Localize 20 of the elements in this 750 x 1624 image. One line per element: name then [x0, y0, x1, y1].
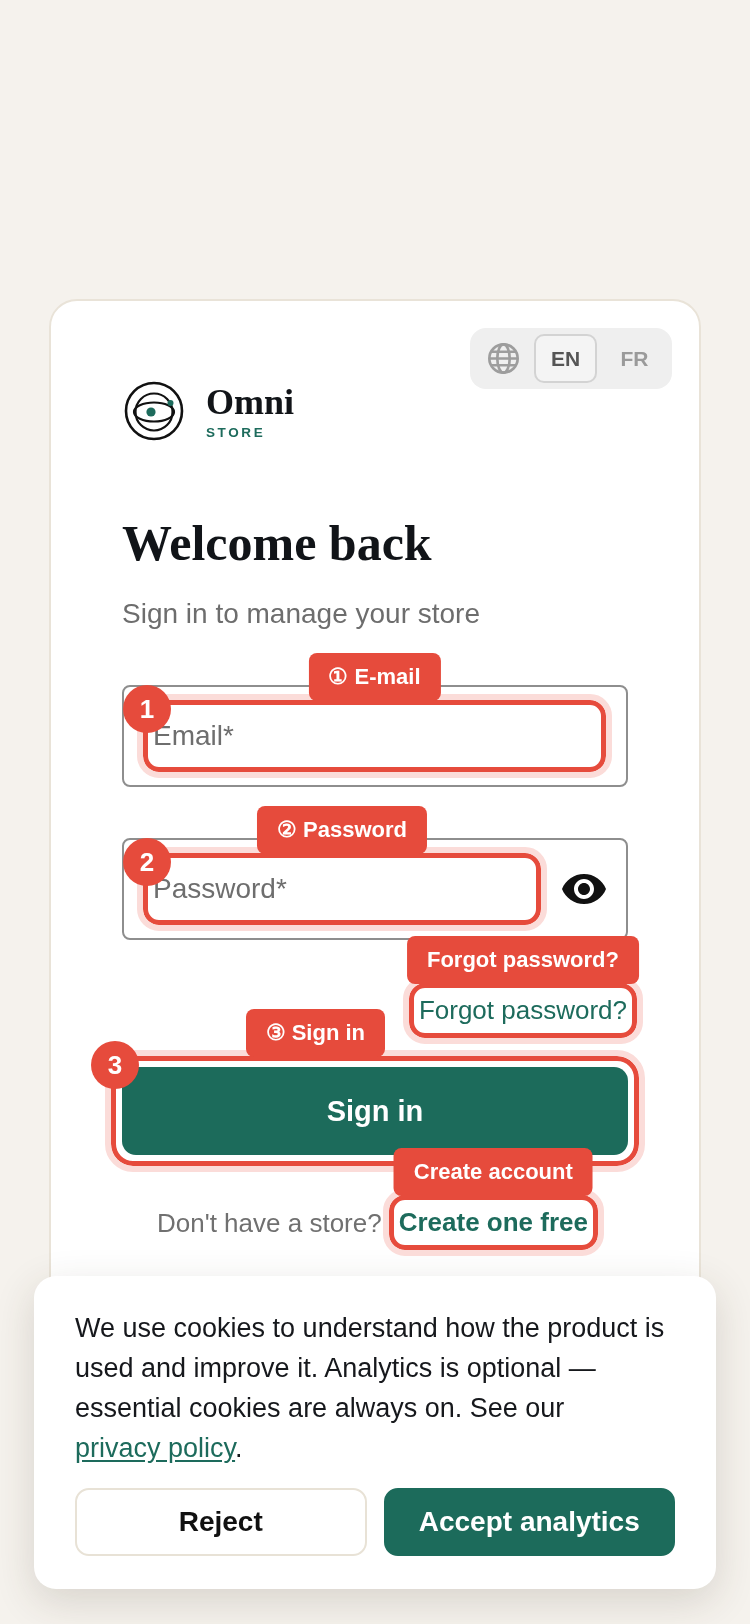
globe-icon [488, 343, 519, 374]
annotation-label: Forgot password? [407, 936, 639, 984]
annotation-label: ① E-mail [308, 653, 441, 701]
accept-button[interactable]: Accept analytics [383, 1488, 675, 1556]
language-tab[interactable]: EN [534, 334, 597, 383]
brand-tagline: STORE [206, 424, 267, 441]
privacy-policy-link[interactable]: privacy policy [75, 1433, 236, 1463]
annotation-label: ② Password [257, 806, 427, 854]
brand-name: Omni [206, 383, 294, 420]
step-badge: 3 [91, 1041, 139, 1089]
annotation-label: ③ Sign in [245, 1009, 385, 1057]
signup-prompt: Don't have a store? [157, 1206, 382, 1240]
eye-icon[interactable] [562, 874, 606, 904]
cookie-message: We use cookies to understand how the product is used and improve it. Analytics is optional — essential cookies are always on. See our privacy policy. [75, 1312, 666, 1465]
reject-button[interactable]: Reject [75, 1488, 367, 1556]
logo-icon [124, 381, 184, 441]
page-subheading: Sign in to manage your store [122, 597, 481, 631]
sign-in-button[interactable]: Sign in [122, 1067, 628, 1155]
annotation-label: Create account [393, 1148, 593, 1196]
page-heading: Welcome back [122, 516, 433, 571]
